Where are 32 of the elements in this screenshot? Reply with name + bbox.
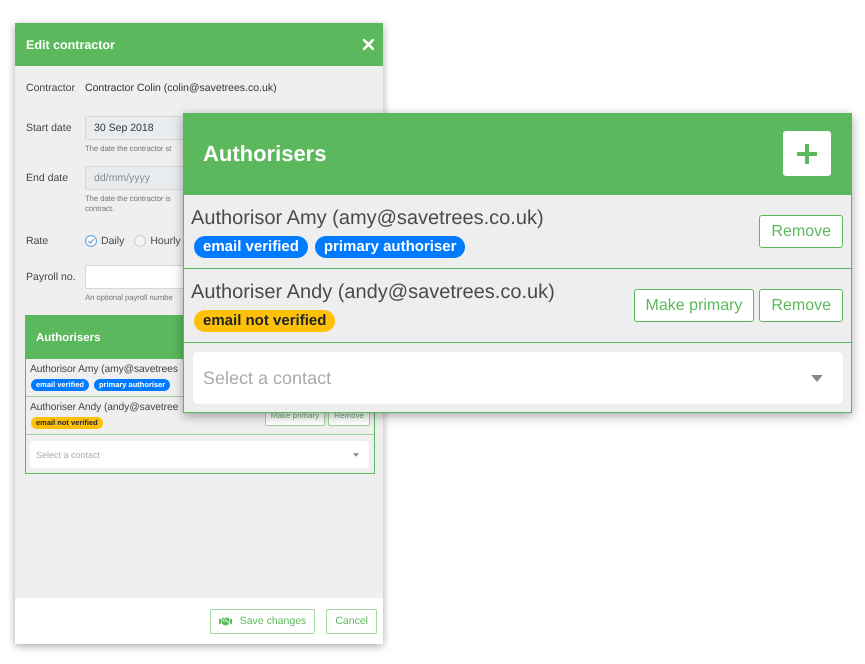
handshake-icon <box>218 614 232 628</box>
authoriser-name: Authorisor Amy (amy@savetrees.co.uk) <box>191 206 544 230</box>
contact-select[interactable]: Select a contact <box>193 352 843 404</box>
action-button[interactable]: Remove <box>759 289 843 322</box>
dialog-title: Edit contractor <box>26 38 115 52</box>
field-label: End date <box>26 171 70 186</box>
panel-title: Authorisers <box>36 332 101 344</box>
add-button[interactable] <box>783 131 831 176</box>
status-tag: email not verified <box>194 310 336 332</box>
field-label: Contractor <box>26 81 76 96</box>
field-label: Rate <box>26 234 50 248</box>
authoriser-name: Authoriser Andy (andy@savetrees.co.uk) <box>191 280 555 304</box>
authoriser-name: Authorisor Amy (amy@savetrees <box>30 363 178 377</box>
save-button[interactable]: Save changes <box>210 608 316 634</box>
caret-icon <box>811 374 823 382</box>
panel-title: Authorisers <box>203 140 326 166</box>
status-tag: email verified <box>194 236 308 258</box>
action-button[interactable]: Remove <box>759 215 843 248</box>
close-button[interactable] <box>363 39 374 50</box>
action-button[interactable]: Make primary <box>634 289 754 322</box>
radio-option[interactable]: Hourly <box>134 235 181 247</box>
contractor-value: Contractor Colin (colin@savetrees.co.uk) <box>85 81 277 96</box>
radio-option[interactable]: Daily <box>85 235 124 247</box>
plus-icon <box>797 144 817 164</box>
cancel-button[interactable]: Cancel <box>326 608 377 634</box>
field-label: Start date <box>26 121 73 136</box>
close-icon <box>363 39 374 50</box>
status-tag: primary authoriser <box>314 236 466 258</box>
field-label: Payroll no. <box>26 270 77 285</box>
authoriser-name: Authoriser Andy (andy@savetree <box>30 401 178 415</box>
contact-select[interactable]: Select a contact <box>30 441 369 468</box>
caret-icon <box>353 452 359 456</box>
